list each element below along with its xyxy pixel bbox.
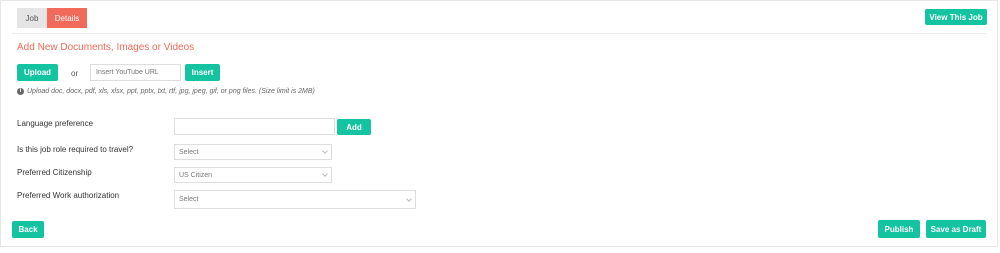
chevron-down-icon bbox=[406, 195, 412, 202]
chevron-down-icon bbox=[322, 148, 328, 154]
chevron-down-icon bbox=[322, 171, 328, 177]
tab-job[interactable]: Job bbox=[17, 8, 47, 28]
info-icon: i bbox=[17, 88, 24, 95]
travel-label: Is this job role required to travel? bbox=[17, 145, 134, 154]
publish-button[interactable]: Publish bbox=[878, 220, 920, 238]
upload-hint: i Upload doc, docx, pdf, xls, xlsx, ppt,… bbox=[17, 88, 315, 95]
language-input[interactable] bbox=[174, 118, 335, 135]
add-language-button[interactable]: Add bbox=[337, 119, 371, 135]
work-auth-select-value: Select bbox=[179, 196, 199, 203]
youtube-url-input[interactable] bbox=[90, 64, 181, 81]
work-auth-select[interactable]: Select bbox=[174, 190, 416, 209]
save-draft-button[interactable]: Save as Draft bbox=[926, 220, 986, 238]
tab-details[interactable]: Details bbox=[47, 8, 87, 28]
travel-select-value: Select bbox=[179, 148, 199, 156]
back-button[interactable]: Back bbox=[12, 221, 44, 238]
page-frame: Job Details View This Job Add New Docume… bbox=[0, 0, 998, 247]
insert-button[interactable]: Insert bbox=[185, 64, 220, 81]
language-label: Language preference bbox=[17, 119, 94, 128]
upload-button[interactable]: Upload bbox=[17, 64, 58, 81]
section-title: Add New Documents, Images or Videos bbox=[17, 42, 195, 53]
view-job-button[interactable]: View This Job bbox=[925, 9, 987, 25]
travel-select[interactable]: Select bbox=[174, 144, 332, 160]
citizenship-select[interactable]: US Citizen bbox=[174, 167, 332, 183]
header-divider bbox=[12, 33, 986, 34]
citizenship-label: Preferred Citizenship bbox=[17, 168, 92, 177]
or-text: or bbox=[71, 69, 79, 78]
work-auth-label: Preferred Work authorization bbox=[17, 191, 120, 200]
upload-hint-text: Upload doc, docx, pdf, xls, xlsx, ppt, p… bbox=[27, 88, 315, 95]
citizenship-select-value: US Citizen bbox=[179, 171, 213, 179]
